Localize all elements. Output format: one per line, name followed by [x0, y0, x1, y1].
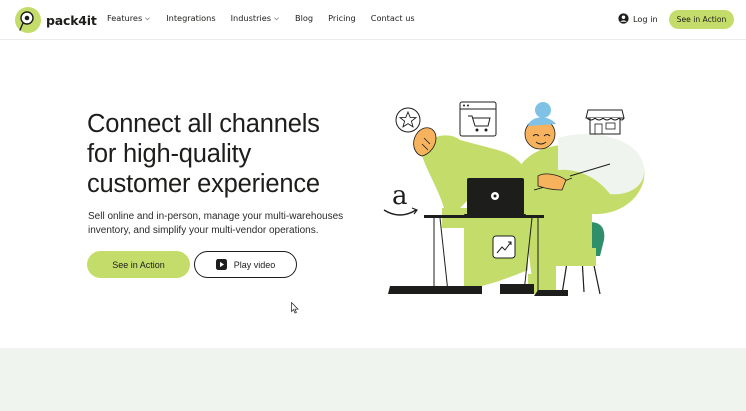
- growth-chart-icon: [492, 235, 516, 259]
- hero-illustration: a: [383, 101, 645, 296]
- hero-title-line: Connect all channels: [87, 110, 320, 138]
- hero-subtitle-line: Sell online and in-person, manage your m…: [88, 211, 344, 222]
- seated-person: [514, 102, 645, 296]
- brand-logo[interactable]: pack4it: [14, 6, 97, 34]
- login-label: Log in: [633, 13, 658, 24]
- amazon-logo-icon: a: [383, 181, 418, 216]
- shopping-cart-icon: [459, 101, 497, 137]
- svg-text:a: a: [392, 181, 408, 211]
- nav-item-integrations[interactable]: Integrations: [166, 13, 215, 23]
- nav-item-features[interactable]: Features: [107, 13, 151, 23]
- nav-item-industries[interactable]: Industries: [231, 13, 280, 23]
- see-in-action-nav-button[interactable]: See in Action: [669, 10, 734, 29]
- logo-icon: [15, 7, 41, 33]
- brand-name: pack4it: [46, 12, 97, 28]
- next-section-background: [0, 348, 746, 411]
- hero-title-line: for high-quality: [87, 140, 252, 168]
- nav-item-blog[interactable]: Blog: [295, 13, 313, 23]
- nav-item-label: Blog: [295, 13, 314, 23]
- nav-item-contact-us[interactable]: Contact us: [371, 13, 415, 23]
- play-video-button[interactable]: Play video: [194, 251, 297, 278]
- nav-item-label: Pricing: [328, 13, 356, 23]
- chevron-down-icon: [145, 16, 151, 20]
- see-in-action-button[interactable]: See in Action: [87, 251, 190, 278]
- hero-title: Connect all channels for high-quality cu…: [87, 109, 387, 199]
- top-navigation: pack4it Features Integrations Industries…: [0, 0, 746, 40]
- user-icon: [618, 13, 629, 24]
- nav-item-pricing[interactable]: Pricing: [328, 13, 356, 23]
- nav-item-label: Industries: [230, 13, 272, 23]
- login-link[interactable]: Log in: [618, 13, 658, 24]
- chevron-down-icon: [274, 16, 279, 20]
- play-video-label: Play video: [233, 259, 276, 270]
- nav-item-label: Features: [107, 13, 143, 23]
- hero-title-line: customer experience: [87, 170, 320, 198]
- storefront-icon: [585, 109, 625, 135]
- star-badge-icon: [395, 107, 421, 133]
- hero-subtitle: Sell online and in-person, manage your m…: [88, 210, 388, 238]
- nav-item-label: Contact us: [370, 13, 415, 23]
- hero-subtitle-line: inventory, and simplify your multi-vendo…: [88, 225, 319, 236]
- nav-links: Features Integrations Industries Blog Pr…: [107, 13, 430, 23]
- play-icon: [215, 259, 227, 270]
- nav-item-label: Integrations: [166, 13, 216, 23]
- laptop-icon: [464, 178, 526, 218]
- mouse-cursor-icon: [291, 302, 299, 314]
